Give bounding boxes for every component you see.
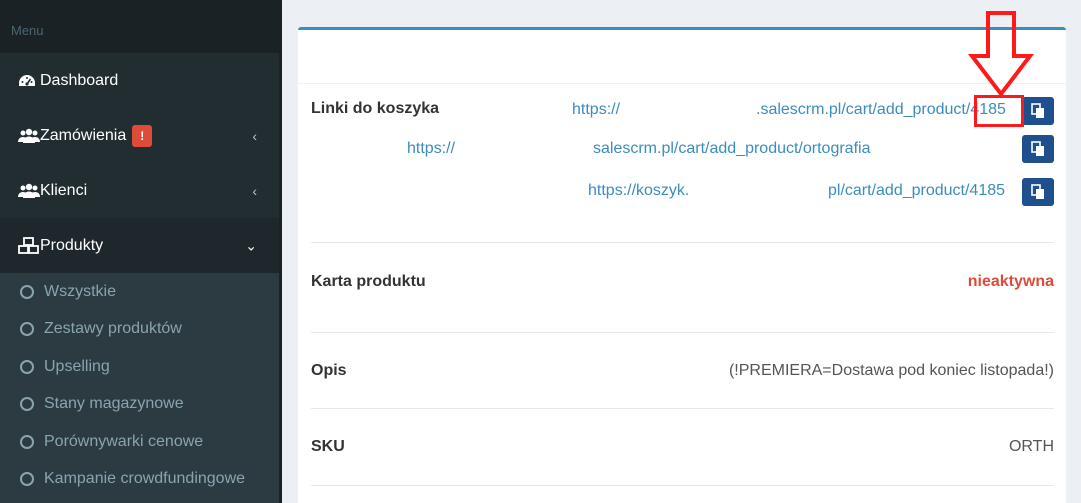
submenu-item-label: Stany magazynowe — [44, 395, 184, 413]
cart-links-label: Linki do koszyka — [311, 100, 440, 117]
description-value: (!PREMIERA=Dostawa pod koniec listopada!… — [728, 362, 1054, 379]
cart-link-3[interactable]: pl/cart/add_product/4185 — [828, 182, 1005, 200]
submenu-item-label: Zestawy produktów — [44, 320, 182, 338]
users-icon — [18, 182, 40, 200]
description-label: Opis — [311, 362, 347, 379]
chevron-left-icon: ‹ — [252, 127, 257, 144]
cart-link-1-prefix[interactable]: https:// — [572, 101, 620, 119]
circle-icon — [20, 284, 34, 299]
sidebar-border — [279, 0, 282, 503]
cubes-icon — [18, 236, 40, 255]
submenu-item-label: Porównywarki cenowe — [44, 432, 204, 450]
circle-icon — [20, 359, 34, 374]
sidebar-item-label: Klienci — [40, 181, 88, 199]
row-divider — [311, 408, 1054, 409]
submenu-item-porownywarki[interactable]: Porównywarki cenowe — [0, 423, 279, 461]
row-sku: SKU ORTH — [311, 438, 1054, 458]
submenu-item-label: Wszystkie — [44, 282, 116, 300]
circle-icon — [20, 434, 34, 449]
row-divider — [311, 485, 1054, 486]
cart-link-3-prefix[interactable]: https://koszyk. — [588, 182, 689, 200]
copy-button[interactable] — [1022, 135, 1054, 163]
row-description: Opis (!PREMIERA=Dostawa pod koniec listo… — [311, 362, 1054, 382]
sku-label: SKU — [311, 438, 345, 455]
copy-icon — [1031, 103, 1044, 118]
dashboard-icon — [18, 72, 40, 90]
annotation-highlight-box — [974, 95, 1024, 127]
copy-icon — [1031, 141, 1044, 156]
copy-button[interactable] — [1022, 97, 1054, 125]
sidebar-item-label: Zamówienia — [40, 126, 127, 144]
users-icon — [18, 127, 40, 145]
submenu-item-upselling[interactable]: Upselling — [0, 348, 279, 386]
product-details-box: Linki do koszyka https:// .salescrm.pl/c… — [298, 27, 1066, 503]
chevron-left-icon: ‹ — [252, 182, 257, 199]
submenu-item-label: Upselling — [44, 357, 110, 375]
row-divider — [311, 332, 1054, 333]
box-header-divider — [298, 83, 1066, 84]
circle-icon — [20, 472, 34, 487]
submenu-item-zestawy[interactable]: Zestawy produktów — [0, 311, 279, 349]
copy-button[interactable] — [1022, 178, 1054, 206]
alert-badge: ! — [132, 124, 153, 147]
sidebar-item-label: Dashboard — [40, 71, 119, 89]
submenu-item-stany[interactable]: Stany magazynowe — [0, 386, 279, 424]
sidebar-item-klienci[interactable]: Klienci ‹ — [0, 163, 279, 218]
sidebar-item-label: Produkty — [40, 236, 104, 254]
copy-icon — [1031, 184, 1044, 199]
submenu-item-label: Kampanie crowdfundingowe — [44, 470, 246, 488]
sidebar: Menu Dashboard Zamówienia ! ‹ Klienci ‹ … — [0, 0, 279, 503]
product-card-label: Karta produktu — [311, 273, 426, 290]
circle-icon — [20, 322, 34, 337]
chevron-down-icon: ⌄ — [245, 237, 257, 253]
sku-value: ORTH — [1008, 438, 1054, 455]
cart-link-2-prefix[interactable]: https:// — [407, 140, 455, 158]
menu-header: Menu — [0, 0, 279, 53]
sidebar-item-produkty[interactable]: Produkty ⌄ — [0, 218, 279, 273]
cart-link-2[interactable]: salescrm.pl/cart/add_product/ortografia — [593, 140, 870, 158]
sidebar-item-zamowienia[interactable]: Zamówienia ! ‹ — [0, 108, 279, 163]
annotation-arrow-icon — [967, 11, 1035, 98]
row-divider — [311, 242, 1054, 243]
submenu-item-kampanie[interactable]: Kampanie crowdfundingowe — [0, 461, 279, 499]
submenu-produkty: Wszystkie Zestawy produktów Upselling St… — [0, 273, 279, 503]
submenu-item-wszystkie[interactable]: Wszystkie — [0, 273, 279, 311]
sidebar-item-dashboard[interactable]: Dashboard — [0, 53, 279, 108]
cart-link-1[interactable]: .salescrm.pl/cart/add_product/4185 — [756, 101, 1006, 119]
row-product-card: Karta produktu nieaktywna — [311, 273, 1054, 293]
circle-icon — [20, 397, 34, 412]
product-card-status: nieaktywna — [967, 273, 1054, 290]
